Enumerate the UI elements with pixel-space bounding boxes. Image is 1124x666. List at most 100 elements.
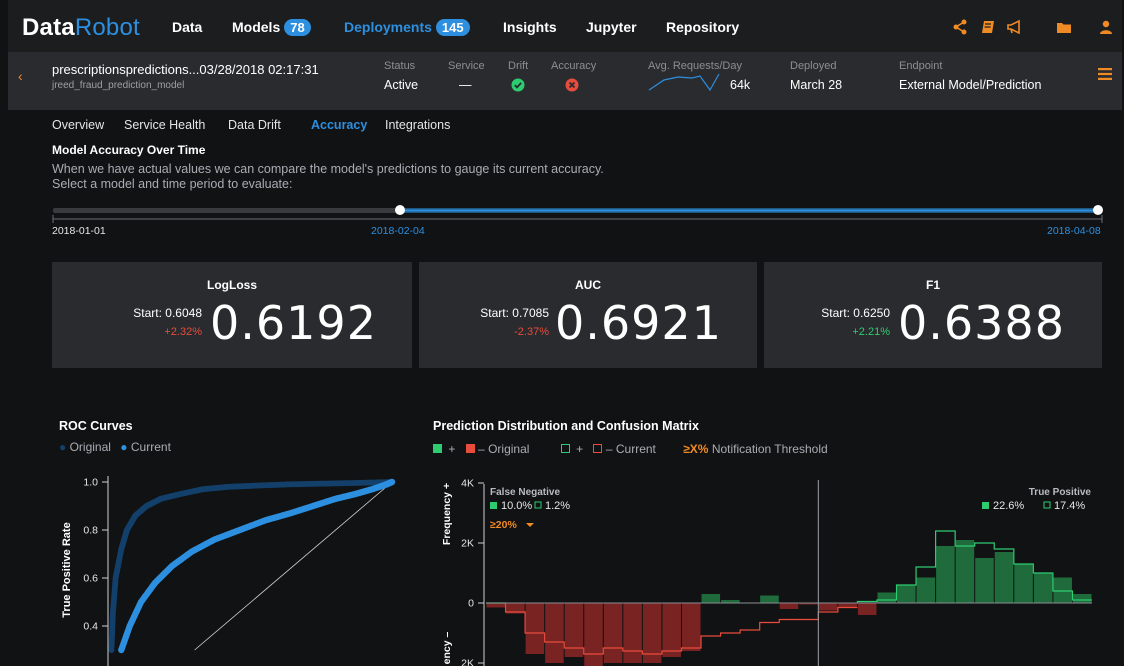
nav-repository[interactable]: Repository [666,19,739,35]
nav-jupyter[interactable]: Jupyter [586,19,637,35]
dist-bar-original [994,552,1014,603]
metric-card-logloss: LogLoss Start: 0.6048 +2.32% 0.6192 [52,262,412,368]
roc-chart: 1.0 0.8 0.6 0.4 True Positive Rate [61,476,396,666]
dist-bar-original [584,603,603,666]
top-nav: DataRobot Data Models 78 Deployments 145 I… [8,0,1122,52]
dist-bar-original [623,603,642,663]
share-icon[interactable] [952,19,968,35]
requests-sparkline [648,73,720,92]
tp-original-swatch [982,502,989,509]
endpoint-label: Endpoint [899,60,943,72]
dist-bar-original [486,603,506,608]
false-negative-label: False Negative [490,487,560,498]
metric-card-auc: AUC Start: 0.7085 -2.37% 0.6921 [419,262,757,368]
status-value: Active [384,78,419,92]
roc-y-tick-label: 1.0 [83,477,98,489]
nav-deployments[interactable]: Deployments 145 [344,19,470,36]
datarobot-logo[interactable]: DataRobot [22,14,140,42]
dist-bar-original [838,603,857,608]
hamburger-menu-icon[interactable] [1098,68,1112,80]
dist-bar-original [1053,577,1072,603]
fn-original-swatch [490,502,497,509]
accuracy-description: When we have actual values we can compar… [52,162,604,176]
tab-integrations[interactable]: Integrations [385,118,450,132]
tab-service-health[interactable]: Service Health [124,118,205,132]
true-positive-label: True Positive [1029,487,1092,498]
deployment-header: ‹ prescriptionspredictions...03/28/2018 … [8,52,1122,110]
tp-current-value: 17.4% [1054,500,1085,512]
threshold-prefix: ≥X% [683,442,709,456]
nav-jupyter-label: Jupyter [586,19,637,35]
book-icon[interactable] [980,19,996,35]
logloss-change: +2.32% [164,326,202,338]
dist-bar-original [1072,594,1092,603]
legend-original-negative-swatch [465,444,475,453]
dist-title: Prediction Distribution and Confusion Ma… [433,419,699,433]
deployments-count-badge: 145 [435,19,470,36]
time-range-slider[interactable] [50,200,1110,226]
auc-start: Start: 0.7085 [480,306,549,320]
tab-overview[interactable]: Overview [52,118,104,132]
service-value: — [459,78,472,92]
dist-bar-original [1033,573,1053,603]
roc-y-tick-label: 0.4 [83,621,98,633]
dist-legend-current: Current [615,442,656,456]
dist-bar-original [955,540,975,603]
dist-bar-original [897,585,916,603]
requests-label: Avg. Requests/Day [648,60,742,72]
drift-label: Drift [508,60,529,72]
drift-ok-check-icon[interactable] [511,78,525,92]
fn-current-value: 1.2% [545,500,570,512]
legend-original-dot-icon: ● [59,440,67,454]
f1-value: 0.6388 [898,296,1065,350]
timeline-start-handle[interactable] [395,205,405,215]
dist-bar-original [564,603,584,657]
legend-current-dot-icon: ● [120,440,128,454]
folder-icon[interactable] [1056,19,1072,35]
dist-bar-original [1014,564,1033,603]
dist-bar-original [525,603,545,654]
megaphone-icon[interactable] [1006,19,1022,35]
tp-original-value: 22.6% [993,500,1024,512]
back-chevron-icon[interactable]: ‹ [18,68,23,84]
dist-bar-original [975,558,994,603]
timeline-selected-date: 2018-02-04 [371,225,425,237]
dist-y-tick-label: 4K [461,478,474,490]
deployed-label: Deployed [790,60,837,72]
requests-value: 64k [730,78,751,92]
status-label: Status [384,60,416,72]
nav-data-label: Data [172,19,203,35]
timeline-end-handle[interactable] [1093,205,1103,215]
dist-bar-original [760,595,779,603]
dist-bar-original [818,603,838,611]
nav-data[interactable]: Data [172,19,202,35]
timeline-end-date: 2018-04-08 [1047,225,1101,237]
nav-models[interactable]: Models 78 [232,19,311,36]
fn-threshold-alert[interactable]: ≥20% [490,519,517,531]
legend-minus-sign: – [478,442,485,456]
tab-accuracy[interactable]: Accuracy [311,118,367,132]
dist-bar-original [701,594,721,603]
roc-legend-current: Current [130,440,171,454]
roc-legend: ● Original ● Current [59,440,171,454]
nav-insights-label: Insights [503,19,557,35]
tab-data-drift[interactable]: Data Drift [228,118,281,132]
dist-bar-original [936,546,955,603]
f1-start: Start: 0.6250 [821,306,890,320]
dist-bar-original [857,603,877,615]
app-window: DataRobot Data Models 78 Deployments 145 I… [0,0,1124,666]
auc-title: AUC [575,278,601,292]
roc-point-current [388,478,396,486]
threshold-dropdown-caret-icon[interactable] [526,523,534,527]
timeline-selected-line [400,209,1097,212]
dist-bar-original [681,603,701,651]
f1-change: +2.21% [852,326,890,338]
nav-repository-label: Repository [666,19,740,35]
user-icon[interactable] [1098,19,1114,35]
logloss-value: 0.6192 [210,296,377,350]
dist-legend: + – Original + – Current ≥X% Notificatio… [433,442,828,456]
accuracy-error-x-icon[interactable] [565,78,579,92]
nav-insights[interactable]: Insights [503,19,557,35]
dist-bar-original [545,603,564,663]
prediction-distribution-chart: 4K 2K 0 2K Frequency + ency – False Negativ… [441,478,1100,666]
